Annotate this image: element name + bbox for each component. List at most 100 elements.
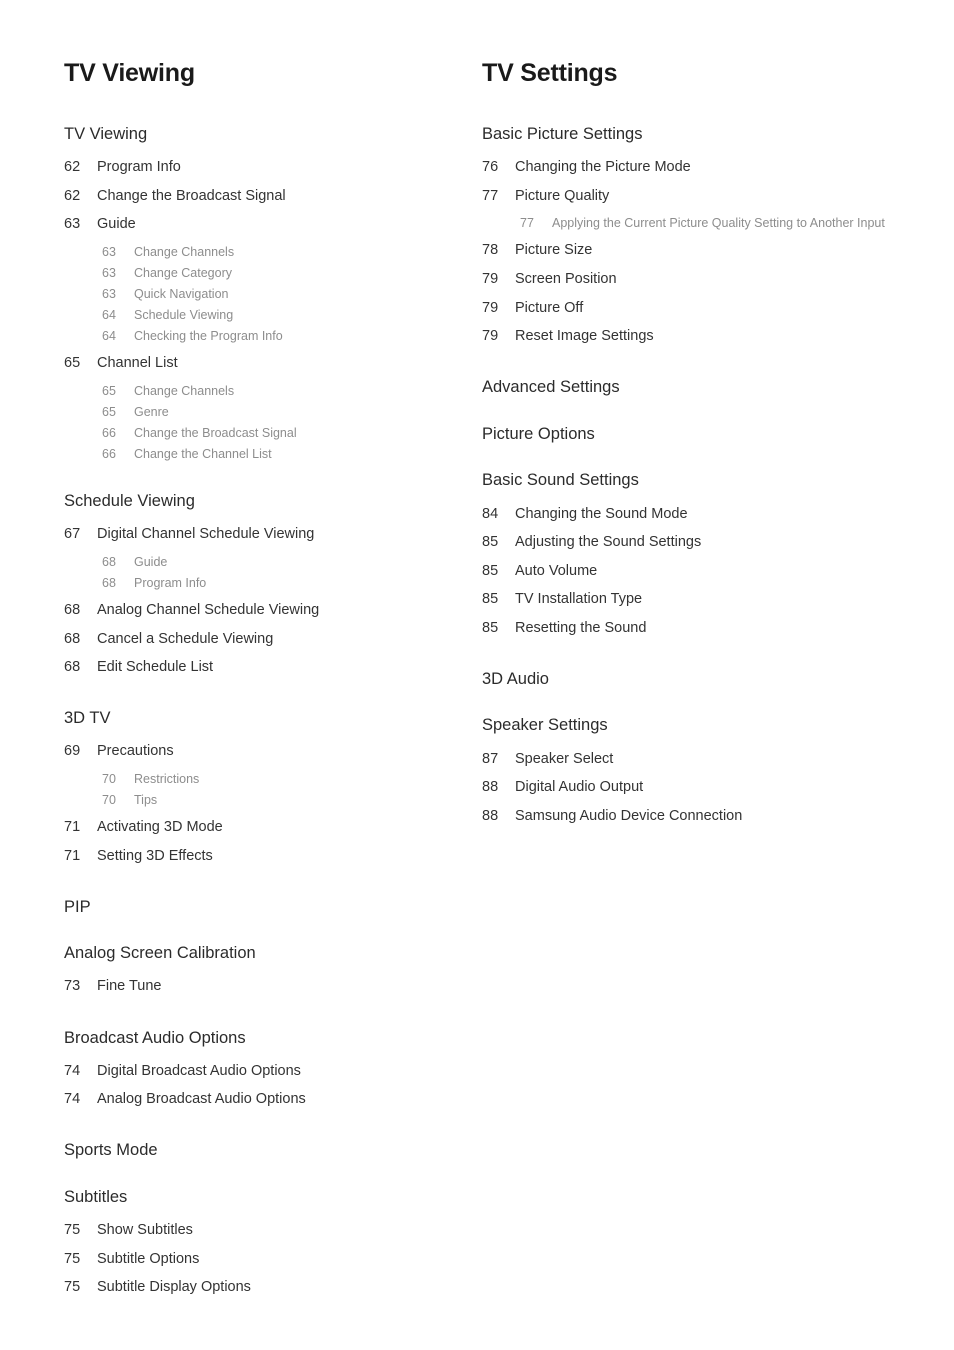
toc-entry[interactable]: 75 Subtitle Display Options: [64, 1274, 478, 1303]
toc-subentry[interactable]: 70 Restrictions: [64, 768, 478, 789]
toc-entry[interactable]: 84 Changing the Sound Mode: [482, 500, 896, 529]
toc-entry[interactable]: 74 Analog Broadcast Audio Options: [64, 1086, 478, 1115]
toc-section-heading[interactable]: Advanced Settings: [482, 377, 896, 398]
toc-subentry[interactable]: 65 Change Channels: [64, 381, 478, 402]
toc-entry[interactable]: 88 Samsung Audio Device Connection: [482, 802, 896, 831]
toc-entry[interactable]: 63 Guide: [64, 211, 478, 240]
toc-entry-label: Picture Off: [515, 299, 584, 316]
toc-section-heading[interactable]: Picture Options: [482, 424, 896, 445]
toc-entry[interactable]: 79 Reset Image Settings: [482, 323, 896, 352]
toc-entry-label: Speaker Select: [515, 750, 614, 767]
toc-entry-page-number: 62: [64, 159, 81, 176]
toc-subentry-label: Guide: [134, 554, 168, 569]
toc-section-heading[interactable]: Speaker Settings: [482, 715, 896, 736]
toc-section-heading[interactable]: TV Viewing: [64, 124, 478, 145]
toc-entry[interactable]: 85 Auto Volume: [482, 557, 896, 586]
toc-entry-page-number: 71: [64, 819, 81, 836]
toc-section: PIP: [64, 897, 478, 918]
toc-entry[interactable]: 62 Program Info: [64, 154, 478, 183]
toc-subentry[interactable]: 66 Change the Broadcast Signal: [64, 423, 478, 444]
toc-entry-page-number: 85: [482, 619, 499, 636]
toc-entry[interactable]: 71 Setting 3D Effects: [64, 842, 478, 871]
toc-entry[interactable]: 79 Picture Off: [482, 294, 896, 323]
toc-entry[interactable]: 87 Speaker Select: [482, 745, 896, 774]
toc-entry-label: Changing the Picture Mode: [515, 159, 691, 176]
toc-entry[interactable]: 74 Digital Broadcast Audio Options: [64, 1057, 478, 1086]
toc-entry[interactable]: 79 Screen Position: [482, 265, 896, 294]
toc-subentry[interactable]: 68 Guide: [64, 551, 478, 572]
toc-entry-page-number: 75: [64, 1250, 81, 1267]
toc-entry-page-number: 85: [482, 534, 499, 551]
toc-subentry-label: Change the Channel List: [134, 447, 272, 462]
toc-entry-page-number: 79: [482, 299, 499, 316]
toc-section-heading[interactable]: Sports Mode: [64, 1140, 478, 1161]
toc-entry[interactable]: 85 TV Installation Type: [482, 586, 896, 615]
toc-subentry-list: 63 Change Channels 63 Change Category 63 Quic…: [64, 241, 478, 347]
toc-subentry[interactable]: 70 Tips: [64, 789, 478, 810]
toc-subentry-page-number: 63: [102, 244, 116, 259]
toc-entry[interactable]: 85 Resetting the Sound: [482, 614, 896, 643]
toc-subentry[interactable]: 63 Change Channels: [64, 241, 478, 262]
toc-subentry[interactable]: 66 Change the Channel List: [64, 444, 478, 465]
toc-section-heading[interactable]: 3D TV: [64, 708, 478, 729]
toc-entry-label: Digital Channel Schedule Viewing: [97, 526, 315, 543]
toc-subentry[interactable]: 64 Schedule Viewing: [64, 305, 478, 326]
toc-entry-page-number: 68: [64, 630, 81, 647]
toc-subentry-label: Restrictions: [134, 771, 200, 786]
toc-subentry-page-number: 65: [102, 405, 116, 420]
toc-section-heading[interactable]: PIP: [64, 897, 478, 918]
toc-section: Picture Options: [482, 424, 896, 445]
toc-subentry-page-number: 64: [102, 308, 116, 323]
toc-entry[interactable]: 69 Precautions: [64, 738, 478, 767]
toc-subentry-page-number: 70: [102, 792, 116, 807]
toc-entry-page-number: 79: [482, 328, 499, 345]
toc-entry[interactable]: 65 Channel List: [64, 350, 478, 379]
toc-entry[interactable]: 76 Changing the Picture Mode: [482, 154, 896, 183]
toc-entry[interactable]: 73 Fine Tune: [64, 973, 478, 1002]
toc-entry-label: Setting 3D Effects: [97, 847, 213, 864]
toc-subentry-label: Program Info: [134, 575, 207, 590]
toc-section-heading[interactable]: Basic Sound Settings: [482, 470, 896, 491]
toc-entry-label: Guide: [97, 216, 136, 233]
toc-section-heading[interactable]: Analog Screen Calibration: [64, 943, 478, 964]
toc-section: TV Viewing 62 Program Info 62 Change the Bro…: [64, 124, 478, 465]
toc-entry[interactable]: 68 Cancel a Schedule Viewing: [64, 625, 478, 654]
toc-subentry[interactable]: 65 Genre: [64, 402, 478, 423]
toc-subentry[interactable]: 63 Quick Navigation: [64, 284, 478, 305]
toc-entry-label: Analog Broadcast Audio Options: [97, 1091, 306, 1108]
toc-entry[interactable]: 67 Digital Channel Schedule Viewing: [64, 521, 478, 550]
toc-entry[interactable]: 75 Subtitle Options: [64, 1245, 478, 1274]
toc-entry[interactable]: 78 Picture Size: [482, 237, 896, 266]
toc-section-heading[interactable]: 3D Audio: [482, 669, 896, 690]
toc-section-heading[interactable]: Subtitles: [64, 1187, 478, 1208]
toc-subentry-page-number: 63: [102, 265, 116, 280]
toc-section-heading[interactable]: Schedule Viewing: [64, 491, 478, 512]
toc-entry[interactable]: 71 Activating 3D Mode: [64, 814, 478, 843]
toc-subentry-label: Schedule Viewing: [134, 308, 234, 323]
toc-entry-label: Auto Volume: [515, 562, 598, 579]
toc-subentry[interactable]: 63 Change Category: [64, 262, 478, 283]
toc-entry[interactable]: 85 Adjusting the Sound Settings: [482, 529, 896, 558]
toc-entry[interactable]: 88 Digital Audio Output: [482, 774, 896, 803]
toc-subentry[interactable]: 68 Program Info: [64, 572, 478, 593]
toc-subentry-label: Change the Broadcast Signal: [134, 426, 297, 441]
toc-section: Speaker Settings 87 Speaker Select 88 Digita…: [482, 715, 896, 830]
toc-entry-label: Subtitle Display Options: [97, 1279, 251, 1296]
toc-entry-label: Digital Audio Output: [515, 779, 644, 796]
toc-entry[interactable]: 62 Change the Broadcast Signal: [64, 182, 478, 211]
toc-entry-page-number: 76: [482, 159, 499, 176]
toc-entry[interactable]: 68 Analog Channel Schedule Viewing: [64, 596, 478, 625]
toc-entry-page-number: 87: [482, 750, 499, 767]
page-title: TV Settings: [482, 59, 618, 87]
toc-subentry-page-number: 68: [102, 575, 116, 590]
toc-section-heading[interactable]: Basic Picture Settings: [482, 124, 896, 145]
toc-subentry-label: Tips: [134, 792, 158, 807]
toc-entry[interactable]: 77 Picture Quality: [482, 182, 896, 211]
toc-entry-label: Channel List: [97, 355, 178, 372]
toc-entry[interactable]: 75 Show Subtitles: [64, 1217, 478, 1246]
toc-subentry[interactable]: 64 Checking the Program Info: [64, 326, 478, 347]
toc-entry[interactable]: 68 Edit Schedule List: [64, 654, 478, 683]
toc-subentry[interactable]: 77 Applying the Current Picture Quality S…: [482, 213, 896, 234]
toc-section-heading[interactable]: Broadcast Audio Options: [64, 1028, 478, 1049]
toc-entry-label: Program Info: [97, 159, 181, 176]
